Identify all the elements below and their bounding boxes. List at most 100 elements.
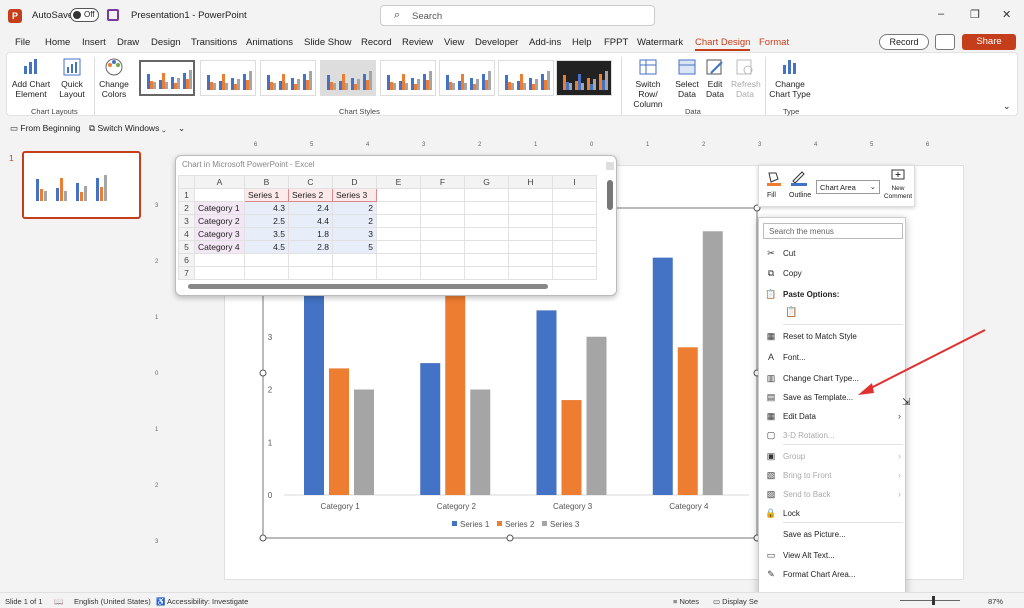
excel-cell[interactable]: 2 bbox=[332, 214, 377, 228]
record-button[interactable]: Record bbox=[879, 34, 929, 50]
excel-cell[interactable]: 4.5 bbox=[244, 240, 289, 254]
excel-cell[interactable] bbox=[376, 188, 421, 202]
excel-cell[interactable] bbox=[420, 253, 465, 267]
collapse-ribbon-icon[interactable]: ⌄ bbox=[1003, 101, 1011, 112]
excel-cell[interactable] bbox=[464, 214, 509, 228]
zoom-slider[interactable] bbox=[900, 600, 960, 601]
menu-item-lock[interactable]: 🔒 Lock bbox=[759, 505, 907, 522]
tab-format[interactable]: Format bbox=[759, 37, 789, 48]
excel-cell[interactable]: 2.5 bbox=[244, 214, 289, 228]
menu-item-view-alt-text[interactable]: ▭ View Alt Text... bbox=[759, 547, 907, 564]
excel-cell[interactable]: 3 bbox=[332, 227, 377, 241]
excel-cell[interactable] bbox=[288, 253, 333, 267]
excel-col-header[interactable]: C bbox=[288, 175, 333, 189]
excel-cell[interactable] bbox=[464, 240, 509, 254]
excel-cell[interactable]: 2.8 bbox=[288, 240, 333, 254]
tab-insert[interactable]: Insert bbox=[82, 37, 106, 48]
excel-cell[interactable] bbox=[464, 266, 509, 280]
menu-item-send-to-back[interactable]: ▨ Send to Back › bbox=[759, 486, 907, 503]
excel-cell[interactable] bbox=[420, 201, 465, 215]
chart-style-8[interactable] bbox=[556, 60, 612, 96]
chart-style-2[interactable] bbox=[200, 60, 256, 96]
add-chart-element-button[interactable]: Add Chart Element bbox=[11, 57, 51, 99]
excel-row-header[interactable]: 6 bbox=[178, 253, 195, 267]
excel-cell[interactable] bbox=[508, 266, 553, 280]
menu-item-save-as-picture[interactable]: Save as Picture... bbox=[759, 526, 907, 543]
chart-style-4[interactable] bbox=[320, 60, 376, 96]
excel-cell[interactable] bbox=[552, 188, 597, 202]
quick-layout-button[interactable]: Quick Layout bbox=[55, 57, 89, 99]
tab-fppt[interactable]: FPPT bbox=[604, 37, 628, 48]
excel-row-header[interactable]: 3 bbox=[178, 214, 195, 228]
excel-cell[interactable] bbox=[194, 188, 245, 202]
switch-windows-button[interactable]: ⧉ Switch Windows ⌄ bbox=[89, 123, 166, 134]
tab-transitions[interactable]: Transitions bbox=[191, 37, 237, 48]
customize-qat-icon[interactable]: ⌄ bbox=[178, 123, 185, 134]
tab-help[interactable]: Help bbox=[572, 37, 592, 48]
excel-cell[interactable] bbox=[508, 201, 553, 215]
menu-item-cut[interactable]: ✂ Cut bbox=[759, 245, 907, 262]
zoom-slider-thumb[interactable] bbox=[932, 596, 935, 605]
excel-cell[interactable]: Series 3 bbox=[332, 188, 377, 202]
excel-cell[interactable] bbox=[244, 253, 289, 267]
spelling-icon[interactable]: 📖 bbox=[54, 597, 63, 606]
refresh-data-button[interactable]: Refresh Data bbox=[731, 57, 761, 99]
excel-cell[interactable] bbox=[244, 266, 289, 280]
excel-cell[interactable]: 3.5 bbox=[244, 227, 289, 241]
excel-grid[interactable]: A B C D E F G H I 1 Series 1 Series 2 Series 3 2 Categ… bbox=[178, 175, 597, 280]
edit-data-button[interactable]: Edit Data bbox=[703, 57, 727, 99]
excel-row-header[interactable]: 5 bbox=[178, 240, 195, 254]
tab-slide-show[interactable]: Slide Show bbox=[304, 37, 352, 48]
menu-item-paste-options[interactable]: 📋 Paste Options: bbox=[759, 286, 907, 303]
excel-cell[interactable]: Category 2 bbox=[194, 214, 245, 228]
excel-cell[interactable]: 5 bbox=[332, 240, 377, 254]
tab-record[interactable]: Record bbox=[361, 37, 392, 48]
search-box[interactable]: ⌕ Search bbox=[380, 5, 655, 26]
excel-col-header[interactable]: B bbox=[244, 175, 289, 189]
share-button[interactable]: Share bbox=[962, 34, 1016, 50]
select-data-button[interactable]: Select Data bbox=[673, 57, 701, 99]
excel-close-icon[interactable] bbox=[606, 162, 614, 170]
close-icon[interactable]: ✕ bbox=[1002, 8, 1011, 21]
excel-cell[interactable] bbox=[508, 253, 553, 267]
excel-cell[interactable] bbox=[420, 188, 465, 202]
change-chart-type-button[interactable]: Change Chart Type bbox=[769, 57, 811, 99]
from-beginning-button[interactable]: ▭ From Beginning bbox=[10, 123, 80, 134]
excel-cell[interactable]: Series 1 bbox=[244, 188, 289, 202]
excel-row-header[interactable]: 2 bbox=[178, 201, 195, 215]
excel-cell[interactable] bbox=[288, 266, 333, 280]
change-colors-button[interactable]: Change Colors bbox=[97, 57, 131, 99]
excel-cell[interactable]: 1.8 bbox=[288, 227, 333, 241]
excel-cell[interactable] bbox=[420, 240, 465, 254]
excel-cell[interactable] bbox=[552, 266, 597, 280]
excel-row-header[interactable]: 4 bbox=[178, 227, 195, 241]
menu-item-group[interactable]: ▣ Group › bbox=[759, 448, 907, 465]
excel-cell[interactable] bbox=[332, 253, 377, 267]
menu-item-format-chart-area[interactable]: ✎ Format Chart Area... bbox=[759, 566, 907, 583]
excel-col-header[interactable]: H bbox=[508, 175, 553, 189]
tab-design[interactable]: Design bbox=[151, 37, 181, 48]
chart-style-7[interactable] bbox=[498, 60, 554, 96]
excel-cell[interactable] bbox=[332, 266, 377, 280]
tab-draw[interactable]: Draw bbox=[117, 37, 139, 48]
chart-style-1[interactable] bbox=[139, 60, 195, 96]
excel-cell[interactable] bbox=[508, 240, 553, 254]
new-comment-mini-button[interactable]: New Comment bbox=[882, 169, 914, 205]
excel-cell[interactable] bbox=[508, 214, 553, 228]
chart-element-select[interactable]: Chart Area ⌄ bbox=[816, 180, 880, 194]
outline-button[interactable]: Outline bbox=[789, 170, 815, 206]
excel-col-header[interactable]: I bbox=[552, 175, 597, 189]
menu-search-input[interactable]: Search the menus bbox=[763, 223, 903, 239]
excel-cell[interactable] bbox=[376, 266, 421, 280]
chart-style-6[interactable] bbox=[439, 60, 495, 96]
excel-cell[interactable] bbox=[552, 240, 597, 254]
excel-cell[interactable] bbox=[420, 214, 465, 228]
excel-cell[interactable]: 2 bbox=[332, 201, 377, 215]
maximize-icon[interactable]: ❐ bbox=[970, 8, 980, 21]
excel-cell[interactable]: Category 3 bbox=[194, 227, 245, 241]
slide-thumbnail[interactable] bbox=[22, 151, 141, 219]
tab-add-ins[interactable]: Add-ins bbox=[529, 37, 561, 48]
zoom-level[interactable]: 87% bbox=[988, 597, 1003, 606]
excel-row-header[interactable]: 1 bbox=[178, 188, 195, 202]
excel-cell[interactable] bbox=[194, 253, 245, 267]
